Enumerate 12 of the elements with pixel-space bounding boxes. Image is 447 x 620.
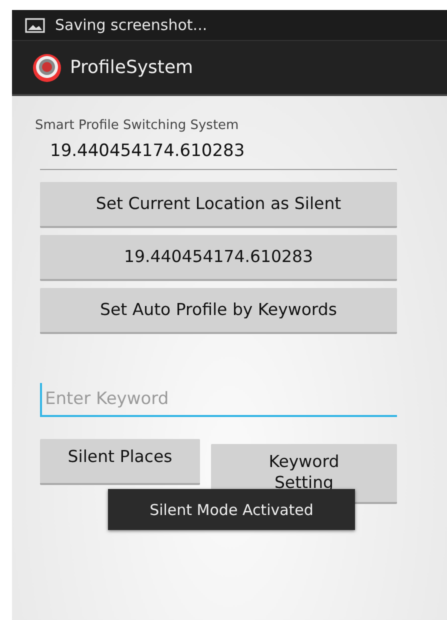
app-title: ProfileSystem xyxy=(70,57,194,78)
keyword-input[interactable]: Enter Keyword xyxy=(40,383,397,417)
nav-button[interactable]: Silent Places xyxy=(40,439,200,485)
action-button[interactable]: Set Auto Profile by Keywords xyxy=(40,288,397,334)
toast-message: Silent Mode Activated xyxy=(108,489,355,530)
status-notification: Saving screenshot... xyxy=(55,16,208,34)
subtitle: Smart Profile Switching System xyxy=(35,118,240,133)
location-field[interactable]: 19.440454174.610283 xyxy=(40,139,397,170)
action-button[interactable]: 19.440454174.610283 xyxy=(40,235,397,281)
app-logo-icon xyxy=(32,52,62,82)
action-button[interactable]: Set Current Location as Silent xyxy=(40,182,397,228)
image-icon xyxy=(25,18,45,32)
